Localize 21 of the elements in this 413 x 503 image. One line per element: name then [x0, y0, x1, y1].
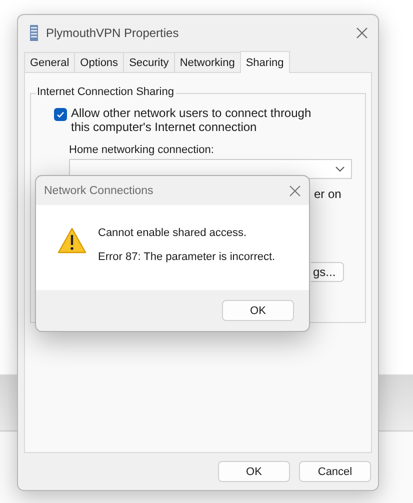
group-title: Internet Connection Sharing	[36, 86, 176, 98]
settings-button[interactable]: gs...	[311, 262, 344, 282]
ok-button[interactable]: OK	[218, 461, 290, 482]
dialog-title: Network Connections	[44, 184, 154, 196]
close-icon[interactable]	[289, 184, 301, 196]
window-title: PlymouthVPN Properties	[46, 26, 180, 40]
chevron-down-icon	[335, 166, 345, 172]
checkbox-label: Allow other network users to connect through this computer's Internet connection	[71, 106, 312, 134]
check-icon	[56, 110, 65, 119]
cancel-button[interactable]: Cancel	[299, 461, 371, 482]
close-icon[interactable]	[356, 27, 368, 39]
server-icon	[30, 25, 38, 41]
field-label: Home networking connection:	[69, 144, 215, 156]
tab[interactable]: Sharing	[240, 51, 290, 73]
checkbox[interactable]	[54, 108, 67, 121]
error-message: Cannot enable shared access.	[98, 227, 248, 239]
tab[interactable]: General	[24, 52, 76, 73]
error-message: Error 87: The parameter is incorrect.	[98, 251, 276, 263]
option-text: er on	[314, 187, 342, 201]
warning-icon	[57, 227, 87, 254]
ok-button[interactable]: OK	[222, 300, 294, 321]
